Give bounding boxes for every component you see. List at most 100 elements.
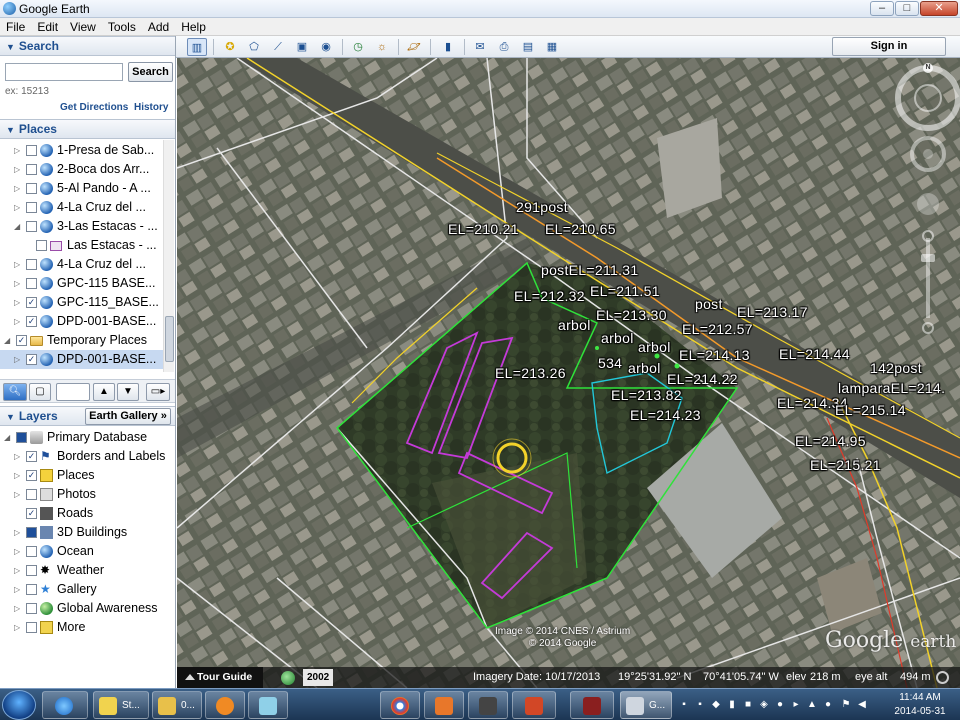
layer-checkbox[interactable]: ✓: [26, 470, 37, 481]
expand-icon[interactable]: ▷: [14, 447, 20, 466]
email-icon[interactable]: ✉: [470, 38, 490, 56]
taskbar-app-google-earth[interactable]: G...: [620, 691, 672, 719]
place-checkbox[interactable]: [26, 145, 37, 156]
place-checkbox[interactable]: [36, 240, 47, 251]
layer-item[interactable]: ▷ More: [0, 618, 170, 637]
layer-checkbox[interactable]: [26, 603, 37, 614]
sign-in-button[interactable]: Sign in: [832, 37, 946, 56]
start-button[interactable]: [2, 690, 36, 720]
switch-planet-icon[interactable]: 🪐︎: [404, 38, 424, 56]
place-checkbox[interactable]: [26, 183, 37, 194]
place-checkbox[interactable]: [26, 202, 37, 213]
layer-checkbox[interactable]: [16, 432, 27, 443]
place-checkbox[interactable]: ✓: [16, 335, 27, 346]
layer-checkbox[interactable]: [26, 546, 37, 557]
place-item[interactable]: ◢ ✓ Temporary Places: [0, 331, 170, 350]
compass-ring[interactable]: [895, 65, 960, 131]
tray-icon[interactable]: ◈: [758, 699, 770, 711]
taskbar-app[interactable]: [570, 691, 614, 719]
historical-imagery-icon[interactable]: [281, 671, 295, 685]
expand-icon[interactable]: ▷: [14, 274, 20, 293]
layer-item[interactable]: ◢ Primary Database: [0, 428, 170, 447]
menu-edit[interactable]: Edit: [31, 18, 64, 35]
taskbar-app[interactable]: [468, 691, 508, 719]
panel-toggle-icon[interactable]: ▢: [29, 383, 51, 401]
expand-icon[interactable]: ▷: [14, 466, 20, 485]
ruler-icon[interactable]: ▮: [438, 38, 458, 56]
menu-tools[interactable]: Tools: [102, 18, 142, 35]
maximize-button[interactable]: □: [895, 1, 919, 16]
expand-icon[interactable]: ▷: [14, 523, 20, 542]
taskbar-app[interactable]: [424, 691, 464, 719]
layer-checkbox[interactable]: [26, 622, 37, 633]
place-checkbox[interactable]: ✓: [26, 354, 37, 365]
expand-icon[interactable]: ▷: [14, 599, 20, 618]
place-item[interactable]: ▷ 4-La Cruz del ...: [0, 198, 170, 217]
map-view[interactable]: 291post EL=210.21 EL=210.65 postEL=211.3…: [177, 58, 960, 688]
place-item[interactable]: ▷ ✓ GPC-115_BASE...: [0, 293, 170, 312]
historical-imagery-icon[interactable]: ◷: [348, 38, 368, 56]
tray-icon[interactable]: ▪: [678, 699, 690, 711]
layer-checkbox[interactable]: [26, 565, 37, 576]
place-checkbox[interactable]: [26, 278, 37, 289]
menu-add[interactable]: Add: [142, 18, 175, 35]
place-item[interactable]: ▷ 4-La Cruz del ...: [0, 255, 170, 274]
add-placemark-icon[interactable]: ✪: [220, 38, 240, 56]
collapse-icon[interactable]: ◢: [4, 331, 10, 350]
search-places-icon[interactable]: 🔍︎: [3, 383, 27, 401]
place-item[interactable]: ▷ ✓ DPD-001-BASE...: [0, 350, 170, 369]
earth-gallery-button[interactable]: Earth Gallery »: [85, 408, 171, 425]
print-icon[interactable]: ⎙: [494, 38, 514, 56]
historical-year[interactable]: 2002: [303, 669, 334, 686]
get-directions-link[interactable]: Get Directions: [60, 102, 128, 113]
expand-icon[interactable]: ▷: [14, 542, 20, 561]
place-item[interactable]: Las Estacas - ...: [0, 236, 170, 255]
close-button[interactable]: ✕: [920, 1, 958, 16]
menu-file[interactable]: File: [0, 18, 31, 35]
place-item[interactable]: ▷ ✓ DPD-001-BASE...: [0, 312, 170, 331]
layer-item[interactable]: ▷ ★ Gallery: [0, 580, 170, 599]
save-image-icon[interactable]: ▤: [518, 38, 538, 56]
layer-item[interactable]: ▷ ✓ Places: [0, 466, 170, 485]
volume-icon[interactable]: ◀: [856, 699, 868, 711]
layer-item[interactable]: ▷ Global Awareness: [0, 599, 170, 618]
layer-item[interactable]: ✓ Roads: [0, 504, 170, 523]
place-item[interactable]: ◢ 3-Las Estacas - ...: [0, 217, 170, 236]
collapse-icon[interactable]: ◢: [14, 217, 20, 236]
place-checkbox[interactable]: [26, 259, 37, 270]
taskbar-clock[interactable]: 11:44 AM 2014-05-31: [880, 691, 960, 719]
tray-icon[interactable]: ▪: [694, 699, 706, 711]
taskbar-app[interactable]: [248, 691, 288, 719]
tray-icon[interactable]: ◆: [710, 699, 722, 711]
tray-icon[interactable]: ●: [822, 699, 834, 711]
places-panel-header[interactable]: ▼ Places: [0, 119, 175, 139]
tour-guide-button[interactable]: Tour Guide: [177, 667, 263, 688]
expand-icon[interactable]: ▷: [14, 198, 20, 217]
layer-checkbox[interactable]: [26, 489, 37, 500]
taskbar-app[interactable]: [512, 691, 556, 719]
street-view-pegman-icon[interactable]: [917, 193, 939, 215]
google-maps-icon[interactable]: ▦: [542, 38, 562, 56]
taskbar-app[interactable]: St...: [93, 691, 149, 719]
collapse-icon[interactable]: ◢: [4, 428, 10, 447]
taskbar-ie-icon[interactable]: [42, 691, 88, 719]
layer-item[interactable]: ▷ Photos: [0, 485, 170, 504]
sunlight-icon[interactable]: ☼: [372, 38, 392, 56]
place-checkbox[interactable]: [26, 221, 37, 232]
expand-icon[interactable]: ▷: [14, 312, 20, 331]
add-overlay-icon[interactable]: ▣: [292, 38, 312, 56]
layer-checkbox[interactable]: ✓: [26, 508, 37, 519]
sidebar-toggle-icon[interactable]: ▥: [187, 38, 207, 56]
place-checkbox[interactable]: ✓: [26, 297, 37, 308]
tray-icon[interactable]: ●: [774, 699, 786, 711]
look-joystick[interactable]: [914, 84, 942, 112]
search-button[interactable]: Search: [128, 62, 173, 82]
place-item[interactable]: ▷ GPC-115 BASE...: [0, 274, 170, 293]
search-panel-header[interactable]: ▼ Search: [0, 36, 175, 56]
expand-icon[interactable]: ▷: [14, 618, 20, 637]
expand-icon[interactable]: ▷: [14, 293, 20, 312]
expand-icon[interactable]: ▷: [14, 350, 20, 369]
tray-icon[interactable]: ▲: [806, 699, 818, 711]
minimize-button[interactable]: –: [870, 1, 894, 16]
layer-item[interactable]: ▷ ✸ Weather: [0, 561, 170, 580]
